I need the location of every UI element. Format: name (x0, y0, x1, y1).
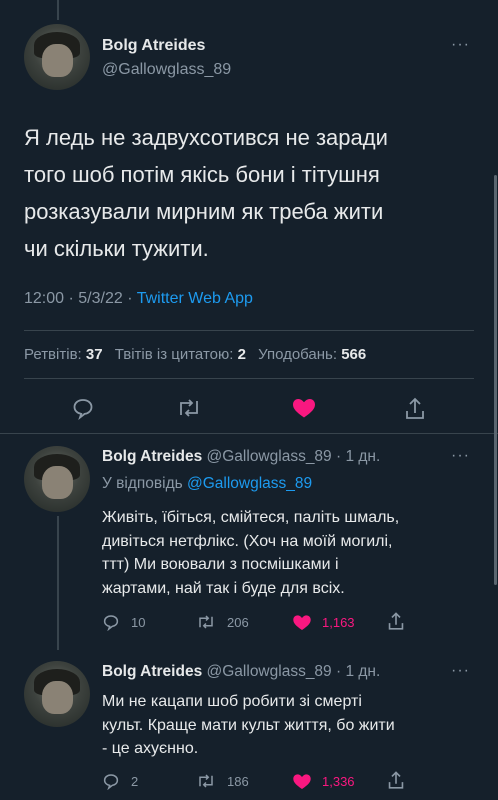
tweet-text-line: того шоб потім якісь бони і тітушня (24, 162, 380, 187)
retweets-count[interactable]: 37 (86, 346, 103, 363)
retweet-count: 186 (227, 774, 249, 789)
retweet-icon[interactable] (196, 772, 216, 790)
tweet-client-link[interactable]: Twitter Web App (137, 290, 253, 307)
reply-to: У відповідь @Gallowglass_89 (102, 475, 312, 493)
author-handle[interactable]: @Gallowglass_89 · 1 дн. (207, 663, 381, 680)
reply-header: Bolg Atreides @Gallowglass_89 · 1 дн. (102, 448, 380, 466)
reply-text-line: ттт) Ми воювали з посмішками і (102, 556, 339, 573)
quotes-count[interactable]: 2 (238, 346, 246, 363)
avatar-face (42, 43, 73, 77)
like-icon[interactable] (291, 772, 313, 791)
avatar[interactable] (24, 446, 90, 512)
reply-text-line: Ми не кацапи шоб робити зі смерті (102, 693, 362, 710)
reply-text-line: дивіться нетфлікс. (Хоч на моїй могилі, (102, 532, 393, 550)
reply-count: 2 (131, 774, 139, 789)
tweet-meta: 12:00 · 5/3/22 · Twitter Web App (24, 290, 253, 308)
tweet-text: Я ледь не задвухсотився не заради того ш… (24, 119, 494, 267)
reply-text: Ми не кацапи шоб робити зі смерті культ.… (102, 690, 492, 761)
like-icon[interactable] (291, 613, 313, 632)
author-handle[interactable]: @Gallowglass_89 · 1 дн. (207, 448, 381, 465)
reply-text-line: жартами, най так і буде для всіх. (102, 579, 345, 597)
share-icon[interactable] (386, 770, 406, 791)
reply-to-handle[interactable]: @Gallowglass_89 (187, 475, 312, 492)
divider (24, 378, 474, 379)
tweet-text-line: розказували мирним як треба жити (24, 199, 384, 224)
share-icon[interactable] (403, 396, 427, 422)
quotes-label[interactable]: Твітів із цитатою: (115, 346, 234, 363)
more-options-icon[interactable]: ··· (451, 36, 470, 54)
avatar[interactable] (24, 661, 90, 727)
reply-icon[interactable] (102, 772, 120, 790)
reply-icon[interactable] (71, 396, 95, 420)
tweet-date[interactable]: 5/3/22 (78, 290, 122, 307)
divider (24, 330, 474, 331)
meta-separator: · (68, 290, 74, 307)
scrollbar[interactable] (494, 175, 497, 585)
author-name[interactable]: Bolg Atreides (102, 663, 202, 680)
retweet-icon[interactable] (176, 396, 202, 420)
like-count: 1,163 (322, 615, 355, 630)
retweets-label[interactable]: Ретвітів: (24, 346, 82, 363)
divider (0, 433, 498, 434)
like-icon[interactable] (291, 396, 317, 420)
retweet-icon[interactable] (196, 613, 216, 631)
share-icon[interactable] (386, 611, 406, 632)
tweet-time[interactable]: 12:00 (24, 290, 64, 307)
reply-count: 10 (131, 615, 146, 630)
reply-header: Bolg Atreides @Gallowglass_89 · 1 дн. (102, 663, 380, 681)
retweet-count: 206 (227, 615, 249, 630)
avatar[interactable] (24, 24, 90, 90)
avatar-face (42, 680, 73, 714)
like-count: 1,336 (322, 774, 355, 789)
thread-line-top (57, 0, 59, 20)
reply-text-line: - це ахуєнно. (102, 740, 199, 757)
tweet-stats: Ретвітів: 37 Твітів із цитатою: 2 Уподоб… (24, 346, 366, 363)
reply-to-label: У відповідь (102, 475, 183, 492)
author-name[interactable]: Bolg Atreides (102, 37, 205, 55)
avatar-face (42, 465, 73, 499)
reply-text-line: Живіть, їбіться, смійтеся, паліть шмаль, (102, 509, 400, 526)
meta-separator: · (127, 290, 133, 307)
more-options-icon[interactable]: ··· (451, 447, 470, 465)
author-name[interactable]: Bolg Atreides (102, 448, 202, 465)
likes-label[interactable]: Уподобань: (258, 346, 337, 363)
reply-icon[interactable] (102, 613, 120, 631)
tweet-text-line: чи скільки тужити. (24, 236, 209, 261)
reply-text-line: культ. Краще мати культ життя, бо жити (102, 716, 395, 734)
likes-count[interactable]: 566 (341, 346, 366, 363)
reply-text: Живіть, їбіться, смійтеся, паліть шмаль,… (102, 506, 492, 600)
author-handle[interactable]: @Gallowglass_89 (102, 61, 231, 79)
tweet-text-line: Я ледь не задвухсотився не заради (24, 125, 388, 150)
more-options-icon[interactable]: ··· (451, 662, 470, 680)
thread-line (57, 516, 59, 650)
